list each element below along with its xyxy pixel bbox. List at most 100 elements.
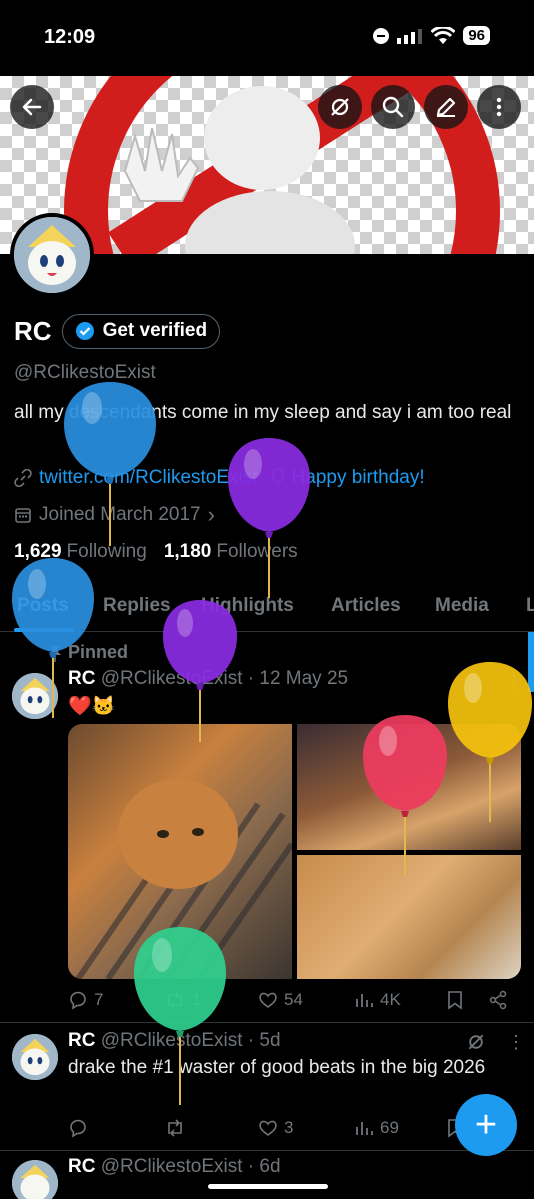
scroll-indicator (528, 632, 534, 692)
compose-icon: + (474, 1103, 498, 1146)
like-count: 3 (284, 1118, 294, 1137)
reply-action[interactable]: 7 (68, 990, 103, 1010)
edit-icon (436, 97, 456, 117)
post-more-icon[interactable]: ⋮ (507, 1032, 525, 1053)
get-verified-button[interactable]: Get verified (61, 314, 221, 349)
post-media-grid[interactable] (68, 724, 521, 979)
post-header: RC @RClikestoExist · 6d (68, 1156, 281, 1178)
tab-likes[interactable]: L (526, 595, 534, 617)
signal-icon (397, 28, 423, 44)
post-more-icon[interactable]: ⋮ (505, 672, 523, 693)
following-label[interactable]: Following (67, 541, 147, 563)
post-handle-time: @RClikestoExist · 12 May 25 (100, 668, 349, 689)
post-avatar[interactable] (12, 1034, 58, 1080)
chevron-right-icon[interactable]: › (208, 502, 215, 528)
followers-label[interactable]: Followers (216, 541, 297, 563)
views-count: 69 (380, 1118, 399, 1137)
post-handle-time: @RClikestoExist · 6d (100, 1156, 281, 1177)
views-icon (356, 994, 373, 1007)
post-handle-time: @RClikestoExist · 5d (100, 1030, 281, 1051)
battery-indicator: 96 (463, 26, 490, 45)
views-icon (356, 1122, 373, 1135)
grok-button[interactable] (318, 85, 362, 129)
views-action[interactable]: 4K (354, 990, 401, 1010)
repost-action[interactable] (164, 1118, 192, 1138)
tab-highlights[interactable]: Highlights (201, 595, 294, 617)
tab-replies[interactable]: Replies (103, 595, 171, 617)
compose-button[interactable]: + (455, 1094, 517, 1156)
post-author-name[interactable]: RC (68, 668, 95, 689)
views-count: 4K (380, 990, 401, 1009)
home-indicator[interactable] (208, 1184, 328, 1189)
calendar-icon (15, 508, 31, 523)
avatar-image (14, 217, 90, 293)
media-photo-1[interactable] (68, 724, 295, 979)
share-action[interactable] (488, 990, 508, 1010)
tab-articles[interactable]: Articles (331, 595, 401, 617)
profile-link[interactable]: twitter.com/RClikestoExist (39, 467, 258, 489)
grok-icon[interactable] (466, 1032, 486, 1052)
like-icon (259, 992, 277, 1008)
display-name: RC (14, 316, 52, 346)
search-button[interactable] (371, 85, 415, 129)
like-count: 54 (284, 990, 303, 1009)
repost-icon (168, 991, 182, 1009)
post-avatar[interactable] (12, 673, 58, 719)
status-bar: 12:09 96 (0, 0, 534, 76)
post-avatar-image (12, 1034, 58, 1080)
back-button[interactable] (10, 85, 54, 129)
like-icon (259, 1120, 277, 1136)
post-author-name[interactable]: RC (68, 1156, 95, 1177)
post-divider (0, 1022, 534, 1023)
link-icon (14, 469, 32, 487)
post-avatar[interactable] (12, 1160, 58, 1199)
repost-action[interactable]: 1 (164, 990, 201, 1010)
balloon-purple-1 (228, 438, 310, 598)
profile-avatar[interactable] (10, 213, 94, 297)
pin-icon (49, 646, 61, 662)
post-author-name[interactable]: RC (68, 1030, 95, 1051)
followers-count[interactable]: 1,180 (164, 541, 212, 563)
profile-tabs: Posts Replies Highlights Articles Media … (0, 584, 534, 632)
reply-count: 7 (94, 990, 104, 1009)
birthday-text[interactable]: Happy birthday! (292, 467, 425, 489)
share-icon (489, 990, 507, 1010)
post-actions: 3 69 (68, 1118, 518, 1146)
edit-button[interactable] (424, 85, 468, 129)
focus-mode-icon (373, 27, 390, 44)
tab-posts[interactable]: Posts (17, 595, 69, 617)
tab-media[interactable]: Media (435, 595, 489, 617)
like-action[interactable]: 3 (258, 1118, 293, 1138)
post-divider (0, 1150, 534, 1151)
profile-handle: @RClikestoExist (14, 362, 156, 383)
post-text: ❤️🐱 (68, 696, 116, 717)
pinned-label: Pinned (68, 642, 129, 662)
views-action[interactable]: 69 (354, 1118, 399, 1138)
grok-icon (331, 98, 349, 116)
back-arrow-icon (22, 98, 42, 116)
more-icon (496, 97, 502, 117)
repost-icon (168, 1119, 182, 1137)
reply-action[interactable] (68, 1118, 94, 1138)
like-action[interactable]: 54 (258, 990, 303, 1010)
post-avatar-image (12, 673, 58, 719)
active-tab-indicator (14, 628, 74, 632)
post-text: drake the #1 waster of good beats in the… (68, 1057, 486, 1078)
status-icons: 96 (373, 26, 490, 45)
cat-photo-1 (75, 779, 295, 979)
repost-count: 1 (192, 990, 202, 1009)
search-icon (382, 96, 404, 118)
following-count[interactable]: 1,629 (14, 541, 62, 563)
media-photo-2[interactable] (297, 724, 521, 850)
joined-row: Joined March 2017 › (14, 502, 215, 528)
reply-icon (70, 991, 86, 1010)
post-actions: 7 1 54 4K (68, 990, 518, 1018)
name-row: RC Get verified (14, 314, 221, 349)
bookmark-action[interactable] (446, 990, 464, 1010)
media-photo-3[interactable] (297, 855, 521, 979)
balloon-icon (271, 468, 284, 487)
bookmark-icon (448, 991, 462, 1010)
post-header: RC @RClikestoExist · 5d (68, 1030, 281, 1052)
more-button[interactable] (477, 85, 521, 129)
wifi-icon (431, 26, 456, 44)
